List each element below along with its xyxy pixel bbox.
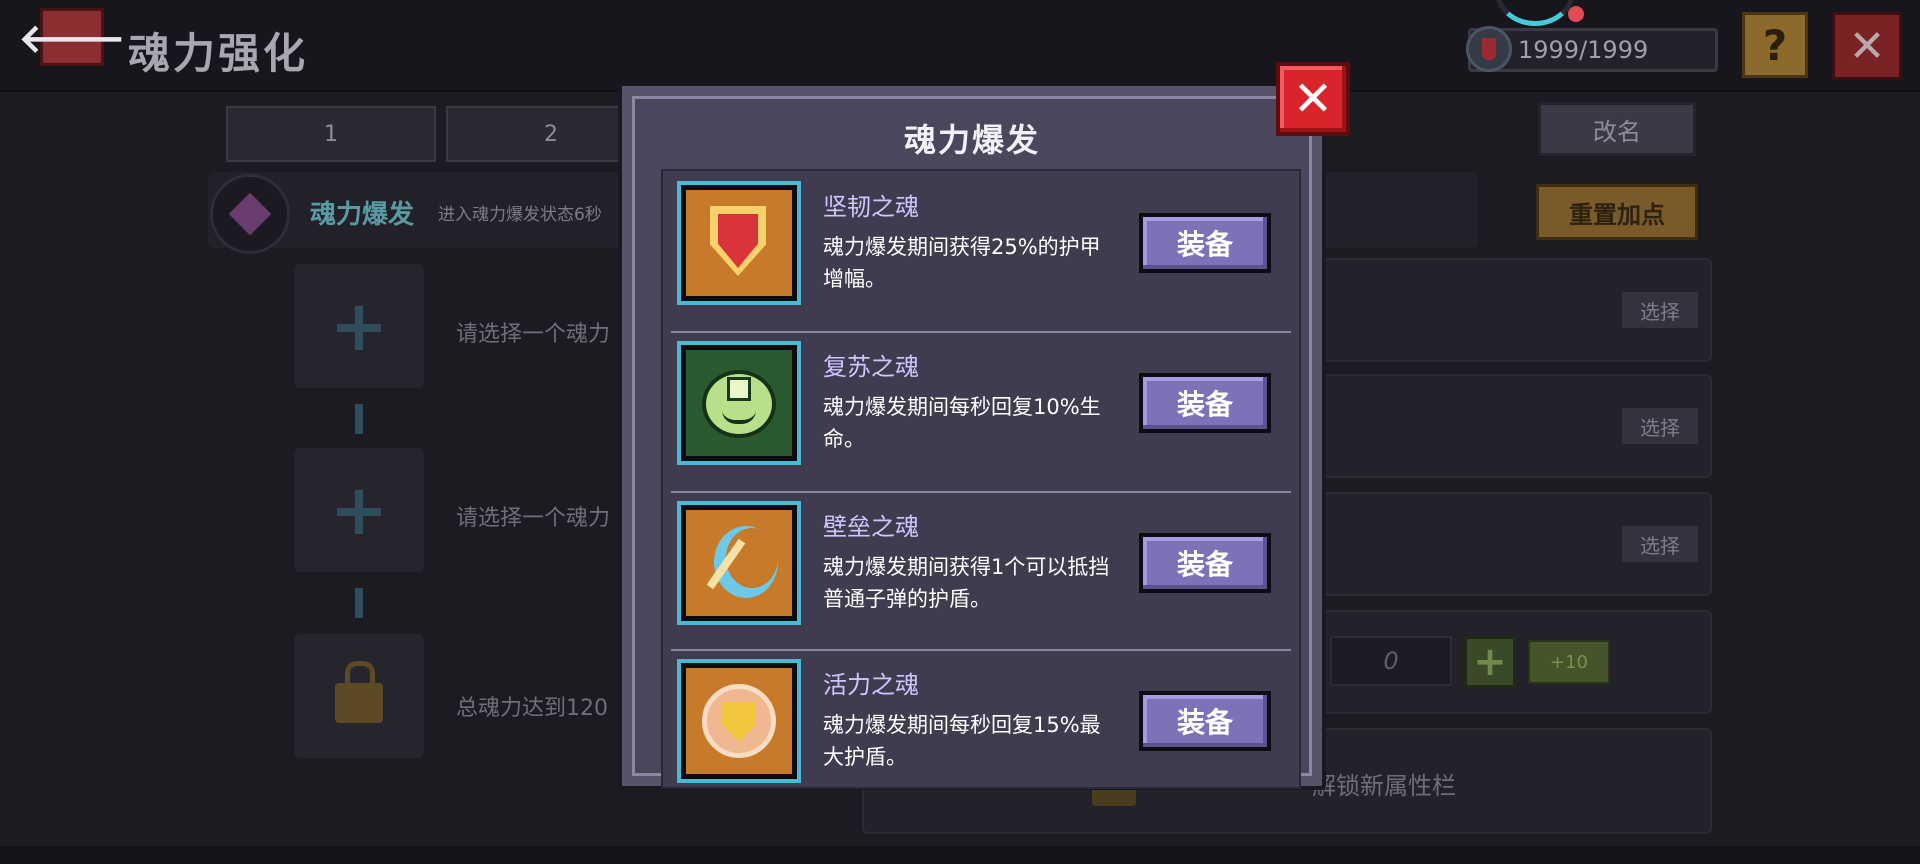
energy-value: 1999/1999 — [1518, 36, 1649, 64]
tab-1[interactable]: 1 — [226, 106, 436, 162]
equip-button[interactable]: 装备 — [1139, 213, 1271, 273]
equip-button[interactable]: 装备 — [1139, 691, 1271, 751]
burst-label: 魂力爆发 — [310, 200, 415, 230]
item-name: 复苏之魂 — [823, 353, 919, 381]
close-modal-button[interactable]: ✕ — [1276, 62, 1350, 136]
plus-icon: + — [329, 469, 389, 551]
vitality-shield-icon — [677, 659, 801, 783]
plus-icon: + — [329, 285, 389, 367]
soul-burst-modal: 魂力爆发 坚韧之魂 魂力爆发期间获得25%的护甲增幅。 装备 复苏之魂 魂力爆发… — [618, 82, 1326, 790]
item-name: 活力之魂 — [823, 671, 919, 699]
reset-points-button[interactable]: 重置加点 — [1536, 184, 1698, 240]
list-item: 坚韧之魂 魂力爆发期间获得25%的护甲增幅。 装备 — [663, 171, 1299, 329]
barrier-icon — [677, 501, 801, 625]
add-point-button[interactable]: + — [1464, 636, 1516, 688]
item-description: 魂力爆发期间获得25%的护甲增幅。 — [823, 235, 1101, 291]
rename-button[interactable]: 改名 — [1538, 102, 1696, 156]
choose-button-2[interactable]: 选择 — [1620, 406, 1700, 446]
potion-icon — [1466, 26, 1512, 72]
back-arrow-icon: 🡐 — [18, 15, 126, 62]
unlock-hint: 解锁新属性栏 — [1312, 772, 1456, 800]
back-button[interactable]: 🡐 — [18, 8, 126, 66]
soul-slot-1[interactable]: + — [294, 264, 424, 388]
soul-slot-3-locked — [294, 634, 424, 758]
choose-button-1[interactable]: 选择 — [1620, 290, 1700, 330]
lock-icon — [335, 661, 383, 723]
item-description: 魂力爆发期间每秒回复15%最大护盾。 — [823, 713, 1101, 769]
help-button[interactable]: ? — [1742, 12, 1808, 78]
list-item: 壁垒之魂 魂力爆发期间获得1个可以抵挡普通子弹的护盾。 装备 — [663, 491, 1299, 649]
healing-blob-icon — [677, 341, 801, 465]
points-input[interactable]: 0 — [1330, 636, 1452, 686]
item-name: 坚韧之魂 — [823, 193, 919, 221]
notification-dot — [1568, 6, 1584, 22]
slot-connector — [355, 404, 363, 434]
slot-connector — [355, 588, 363, 618]
soul-slot-2[interactable]: + — [294, 448, 424, 572]
item-description: 魂力爆发期间每秒回复10%生命。 — [823, 395, 1101, 451]
soul-list: 坚韧之魂 魂力爆发期间获得25%的护甲增幅。 装备 复苏之魂 魂力爆发期间每秒回… — [661, 169, 1301, 789]
slot-hint-2: 请选择一个魂力 — [456, 506, 611, 531]
burst-description: 进入魂力爆发状态6秒 — [438, 205, 602, 225]
modal-body: 魂力爆发 坚韧之魂 魂力爆发期间获得25%的护甲增幅。 装备 复苏之魂 魂力爆发… — [632, 96, 1312, 789]
soul-burst-icon[interactable] — [210, 174, 290, 254]
item-description: 魂力爆发期间获得1个可以抵挡普通子弹的护盾。 — [823, 555, 1110, 611]
close-screen-button[interactable]: ✕ — [1832, 12, 1902, 80]
add-ten-points-button[interactable]: +10 — [1528, 640, 1610, 684]
list-item: 复苏之魂 魂力爆发期间每秒回复10%生命。 装备 — [663, 331, 1299, 489]
slot-hint-1: 请选择一个魂力 — [456, 322, 611, 347]
bottom-bar — [0, 846, 1920, 864]
choose-button-3[interactable]: 选择 — [1620, 524, 1700, 564]
item-name: 壁垒之魂 — [823, 513, 919, 541]
equip-button[interactable]: 装备 — [1139, 533, 1271, 593]
modal-title: 魂力爆发 — [903, 121, 1040, 159]
slot-hint-3: 总魂力达到120 — [456, 696, 608, 721]
shield-icon — [677, 181, 801, 305]
page-title: 魂力强化 — [128, 29, 309, 78]
equip-button[interactable]: 装备 — [1139, 373, 1271, 433]
list-item: 活力之魂 魂力爆发期间每秒回复15%最大护盾。 装备 — [663, 649, 1299, 807]
